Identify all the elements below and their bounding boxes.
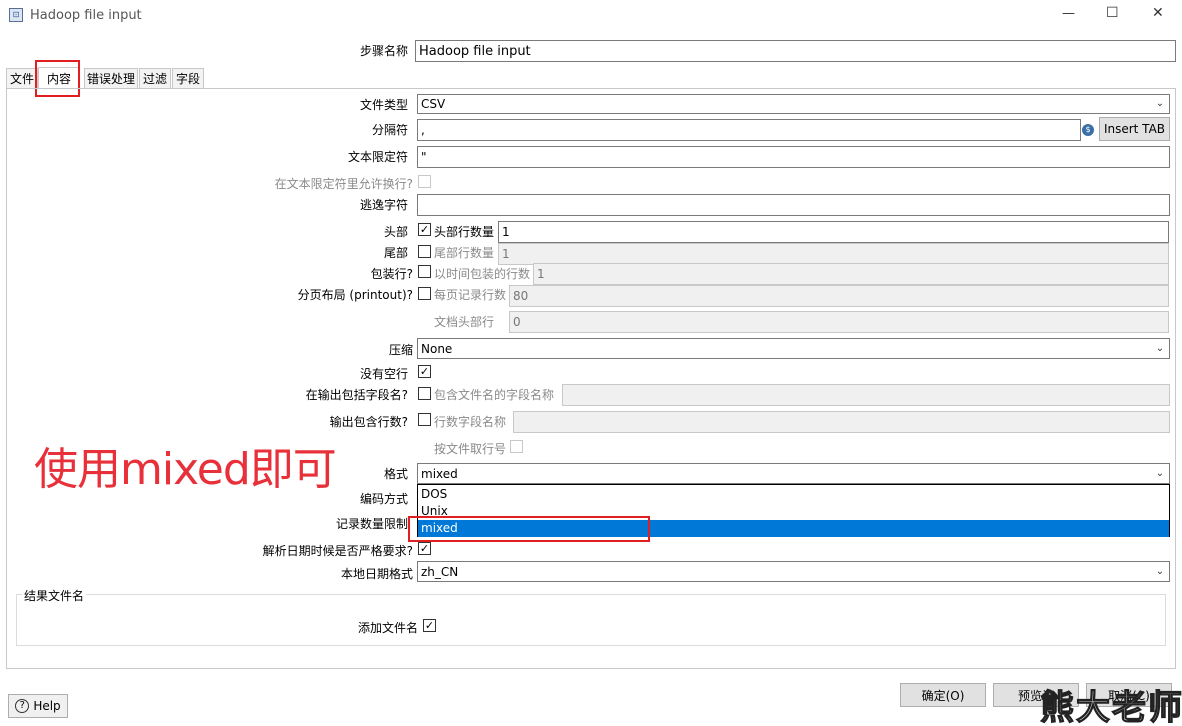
no-empty-checkbox[interactable]: ✓ — [418, 365, 431, 378]
mixed-highlight-box — [408, 516, 650, 542]
doc-header-label: 文档头部行 — [434, 315, 495, 329]
step-name-label: 步骤名称 — [359, 44, 408, 58]
result-filename-group-label: 结果文件名 — [22, 587, 87, 604]
format-option-dos[interactable]: DOS — [418, 486, 1169, 503]
doc-header-input[interactable]: 0 — [509, 311, 1169, 333]
app-icon: ⊡ — [9, 8, 23, 22]
compression-select[interactable]: None ⌄ — [417, 338, 1170, 359]
footer-rows-value: 1 — [502, 247, 510, 261]
ok-button[interactable]: 确定(O) — [900, 683, 986, 707]
wrap-label: 包装行? — [370, 267, 413, 281]
rownum-field-label: 行数字段名称 — [434, 415, 507, 429]
footer-rows-label: 尾部行数量 — [434, 246, 495, 260]
maximize-button[interactable]: ☐ — [1106, 5, 1119, 21]
help-icon: ? — [15, 699, 30, 713]
compression-label: 压缩 — [388, 343, 413, 357]
chevron-down-icon: ⌄ — [1155, 565, 1165, 577]
add-filename-label: 添加文件名 — [357, 621, 418, 635]
include-filename-checkbox[interactable] — [418, 387, 431, 400]
locale-select[interactable]: zh_CN ⌄ — [417, 561, 1170, 582]
file-type-label: 文件类型 — [359, 98, 408, 112]
footer-checkbox[interactable] — [418, 245, 431, 258]
filename-field-input[interactable] — [562, 384, 1170, 406]
escape-input[interactable] — [417, 194, 1170, 216]
tab-fields-label: 字段 — [175, 72, 200, 86]
watermark-text: 熊大老师 — [1039, 687, 1182, 726]
wrap-rows-label: 以时间包装的行数 — [434, 267, 531, 281]
window-title: Hadoop file input — [30, 8, 142, 23]
header-label: 头部 — [383, 225, 408, 239]
enclosure-input[interactable]: " — [417, 146, 1170, 168]
minimize-button[interactable]: — — [1062, 6, 1075, 21]
no-empty-label: 没有空行 — [359, 367, 408, 381]
locale-label: 本地日期格式 — [340, 567, 413, 581]
format-select[interactable]: mixed ⌄ — [417, 463, 1170, 484]
rownum-field-input[interactable] — [513, 411, 1170, 433]
step-name-value: Hadoop file input — [419, 43, 531, 59]
limit-label: 记录数量限制 — [335, 517, 408, 531]
ok-label: 确定(O) — [921, 688, 965, 703]
separator-value: , — [421, 123, 425, 137]
rownum-by-file-label: 按文件取行号 — [434, 442, 507, 456]
format-label: 格式 — [383, 467, 408, 481]
tab-filter-label: 过滤 — [142, 72, 167, 86]
close-button[interactable]: ✕ — [1152, 5, 1164, 21]
paged-checkbox[interactable] — [418, 287, 431, 300]
chevron-down-icon: ⌄ — [1155, 98, 1165, 109]
paged-label: 分页布局 (printout)? — [297, 288, 413, 302]
encoding-label: 编码方式 — [359, 492, 408, 506]
footer-rows-input[interactable]: 1 — [498, 243, 1169, 265]
header-checkbox[interactable]: ✓ — [418, 223, 431, 236]
wrap-rows-input[interactable]: 1 — [533, 263, 1169, 285]
rownum-by-file-checkbox[interactable] — [510, 440, 523, 453]
tab-file-label: 文件 — [9, 72, 34, 86]
lenient-date-label: 解析日期时候是否严格要求? — [262, 544, 413, 558]
allow-breaks-checkbox[interactable] — [418, 175, 431, 188]
compression-value: None — [421, 341, 453, 356]
page-rows-label: 每页记录行数 — [434, 288, 507, 302]
footer-label: 尾部 — [383, 246, 408, 260]
page-rows-input[interactable]: 80 — [509, 285, 1169, 307]
header-rows-label: 头部行数量 — [434, 225, 495, 239]
separator-label: 分隔符 — [371, 123, 408, 137]
page-rows-value: 80 — [513, 289, 529, 303]
tab-error-handling[interactable]: 错误处理 — [84, 68, 138, 88]
wrap-checkbox[interactable] — [418, 265, 431, 278]
result-filename-group — [16, 594, 1166, 646]
header-rows-input[interactable]: 1 — [498, 221, 1169, 243]
insert-tab-button[interactable]: Insert TAB — [1099, 117, 1170, 141]
title-bar: ⊡ Hadoop file input — ☐ ✕ — [0, 0, 1182, 32]
add-filename-checkbox[interactable]: ✓ — [423, 619, 436, 632]
tab-filter[interactable]: 过滤 — [139, 68, 171, 88]
help-button[interactable]: ? Help — [8, 694, 68, 718]
tab-error-handling-label: 错误处理 — [86, 72, 135, 86]
file-type-value: CSV — [421, 97, 446, 111]
enclosure-label: 文本限定符 — [347, 150, 408, 164]
allow-breaks-label: 在文本限定符里允许换行? — [274, 177, 413, 191]
format-option-dos-label: DOS — [421, 487, 448, 501]
doc-header-value: 0 — [513, 315, 521, 329]
escape-label: 逃逸字符 — [359, 198, 408, 212]
include-rownum-label: 输出包含行数? — [329, 415, 408, 429]
include-filename-label: 在输出包括字段名? — [305, 388, 408, 402]
annotation-text: 使用mixed即可 — [34, 444, 337, 495]
filename-field-label: 包含文件名的字段名称 — [434, 388, 555, 402]
format-value: mixed — [421, 466, 458, 481]
include-rownum-checkbox[interactable] — [418, 413, 431, 426]
tab-fields[interactable]: 字段 — [172, 68, 204, 88]
locale-value: zh_CN — [421, 564, 459, 579]
variable-icon[interactable]: $ — [1082, 124, 1094, 136]
lenient-date-checkbox[interactable]: ✓ — [418, 542, 431, 555]
step-name-input[interactable]: Hadoop file input — [415, 40, 1176, 62]
help-label: Help — [33, 699, 61, 713]
chevron-down-icon: ⌄ — [1155, 467, 1165, 479]
tab-file[interactable]: 文件 — [6, 68, 38, 88]
chevron-down-icon: ⌄ — [1155, 342, 1165, 354]
file-type-select[interactable]: CSV ⌄ — [417, 94, 1170, 114]
header-rows-value: 1 — [502, 225, 510, 239]
separator-input[interactable]: , — [417, 119, 1081, 141]
insert-tab-label: Insert TAB — [1103, 122, 1166, 136]
wrap-rows-value: 1 — [537, 267, 545, 281]
enclosure-value: " — [421, 150, 427, 164]
